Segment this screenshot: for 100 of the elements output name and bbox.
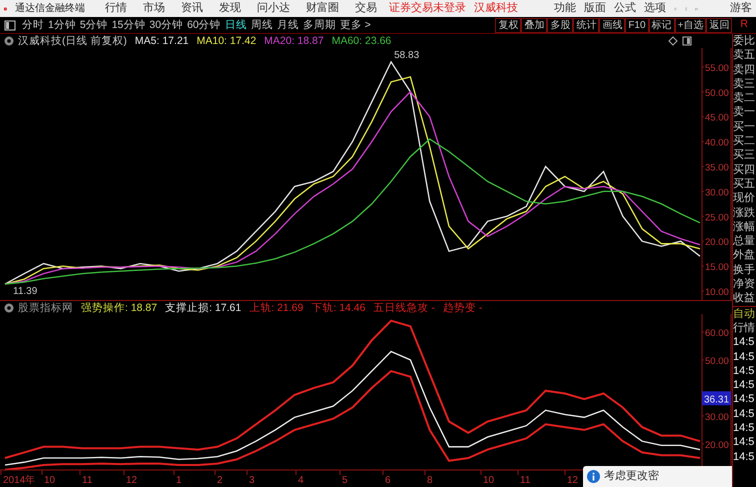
- period-tab[interactable]: 1分钟: [46, 18, 78, 32]
- period-tab[interactable]: 分时: [20, 18, 46, 32]
- menu-item[interactable]: 发现: [218, 0, 241, 17]
- price-label: 11.39: [13, 286, 38, 298]
- app-title: 通达信金融终端: [14, 2, 85, 16]
- quote-label: 涨幅: [733, 220, 756, 234]
- toolbar-button[interactable]: 标记: [648, 18, 675, 32]
- legend-item: 支撑止损: 17.61: [165, 300, 242, 314]
- period-tab[interactable]: 30分钟: [147, 18, 186, 32]
- chart-title: 汉威科技(日线 前复权): [18, 34, 127, 48]
- user-name[interactable]: 游客: [730, 0, 752, 17]
- trade-time: 14:5: [733, 364, 756, 378]
- menu-item[interactable]: 选项: [644, 0, 666, 17]
- legend-item: MA20: 18.87: [264, 34, 324, 48]
- axis-label: 40.00: [705, 138, 729, 149]
- axis-label: 4: [298, 475, 304, 486]
- menu-item[interactable]: 行情: [104, 0, 127, 17]
- menu-item[interactable]: 交易: [354, 0, 377, 17]
- quote-label: 买二: [733, 134, 756, 148]
- quote-label: 换手: [733, 262, 756, 278]
- quote-label: 卖四: [733, 62, 756, 77]
- axis-label: 25.00: [705, 212, 729, 224]
- toolbar-button[interactable]: 叠加: [521, 18, 548, 32]
- settings-icon[interactable]: [4, 302, 14, 312]
- axis-label: 1: [176, 475, 182, 486]
- toolbar-button[interactable]: 复权: [495, 18, 522, 32]
- menu-item[interactable]: 资讯: [180, 0, 203, 17]
- period-tab[interactable]: 15分钟: [110, 18, 148, 32]
- chart-title: 股票指标网: [18, 300, 73, 314]
- legend-item: 五日线急攻 -: [374, 300, 435, 314]
- corner-label[interactable]: R: [732, 17, 756, 33]
- menu-item[interactable]: 公式: [614, 0, 636, 17]
- diamond-icon[interactable]: [668, 36, 678, 46]
- quote-label: 涨跌: [733, 206, 756, 220]
- axis-label: 2014年: [3, 475, 36, 486]
- quote-label: 买三: [733, 148, 756, 163]
- trade-time: 14:5: [733, 392, 756, 407]
- axis-label: 11: [520, 475, 530, 486]
- axis-label: 50.00: [705, 88, 729, 99]
- panel-icon[interactable]: [682, 36, 692, 46]
- toolbar-button[interactable]: +自选: [674, 18, 706, 32]
- legend-item: MA5: 17.21: [134, 34, 189, 48]
- period-tab[interactable]: 60分钟: [185, 18, 223, 32]
- period-tab[interactable]: 月线: [274, 18, 301, 32]
- quote-label: 买四: [733, 162, 756, 177]
- axis-label: 12: [126, 475, 138, 486]
- axis-label: 10: [483, 475, 494, 486]
- quote-label: 净资: [733, 277, 756, 292]
- trade-time: 14:5: [733, 335, 756, 350]
- axis-label: 60.00: [705, 328, 729, 339]
- axis-label: 10: [44, 475, 56, 486]
- menu-item[interactable]: 市场: [142, 0, 165, 17]
- menu-item[interactable]: 问小达: [256, 0, 290, 17]
- axis-label: 11: [82, 475, 92, 486]
- period-tab[interactable]: 更多 >: [338, 18, 373, 32]
- legend-item: MA10: 17.42: [196, 34, 256, 48]
- toolbar-button[interactable]: 返回: [706, 18, 732, 32]
- legend-item: 强势操作: 18.87: [81, 300, 158, 314]
- notice-text: 证券交易未登录: [388, 0, 466, 16]
- axis-label: 10.00: [705, 287, 729, 298]
- axis-label: 50.00: [705, 356, 729, 367]
- menu-item[interactable]: 功能: [554, 0, 576, 17]
- toolbar-button[interactable]: 画线: [599, 18, 626, 32]
- trade-time: 14:5: [733, 435, 756, 450]
- quote-label: 委比: [733, 34, 756, 48]
- mode-label[interactable]: 自动: [733, 306, 756, 321]
- panel-toggle-icon[interactable]: [4, 20, 16, 30]
- period-tab[interactable]: 多周期: [300, 18, 338, 32]
- toolbar-button[interactable]: 统计: [573, 18, 600, 32]
- axis-label: 30.00: [705, 412, 729, 423]
- axis-label: 5: [342, 475, 348, 486]
- quote-label: 买一: [733, 120, 756, 134]
- axis-label: 15.00: [705, 262, 729, 274]
- period-tab[interactable]: 周线: [248, 18, 275, 32]
- quote-label: 卖三: [733, 76, 756, 92]
- menu-item[interactable]: 版面: [584, 0, 606, 17]
- axis-label: 20.00: [705, 237, 729, 248]
- trade-time: 14:5: [733, 406, 756, 422]
- axis-label: 8: [427, 475, 433, 486]
- trade-time: 14:5: [733, 450, 756, 464]
- quote-label: 卖一: [733, 105, 756, 120]
- menu-item[interactable]: 财富圈: [306, 0, 339, 17]
- popup-text: 考虑更改密: [604, 468, 659, 484]
- trade-time: 14:5: [733, 378, 756, 392]
- axis-label: 20.00: [705, 440, 729, 451]
- info-icon: [587, 470, 600, 483]
- legend-item: 趋势变 -: [442, 300, 482, 314]
- axis-label: 12: [567, 475, 578, 486]
- toolbar-button[interactable]: 多股: [547, 18, 574, 32]
- quote-label: 卖五: [733, 48, 756, 63]
- settings-icon[interactable]: [4, 36, 14, 46]
- axis-label: 6: [385, 475, 391, 486]
- axis-label: 30.00: [705, 187, 729, 198]
- period-tab[interactable]: 5分钟: [78, 18, 110, 32]
- axis-label: 45.00: [705, 112, 729, 124]
- toolbar-button[interactable]: F10: [625, 18, 649, 32]
- period-tab[interactable]: 日线: [222, 18, 249, 32]
- quote-label: 总量: [733, 234, 756, 248]
- axis-label: 2: [217, 475, 223, 486]
- legend-item: 上轨: 21.69: [249, 300, 304, 314]
